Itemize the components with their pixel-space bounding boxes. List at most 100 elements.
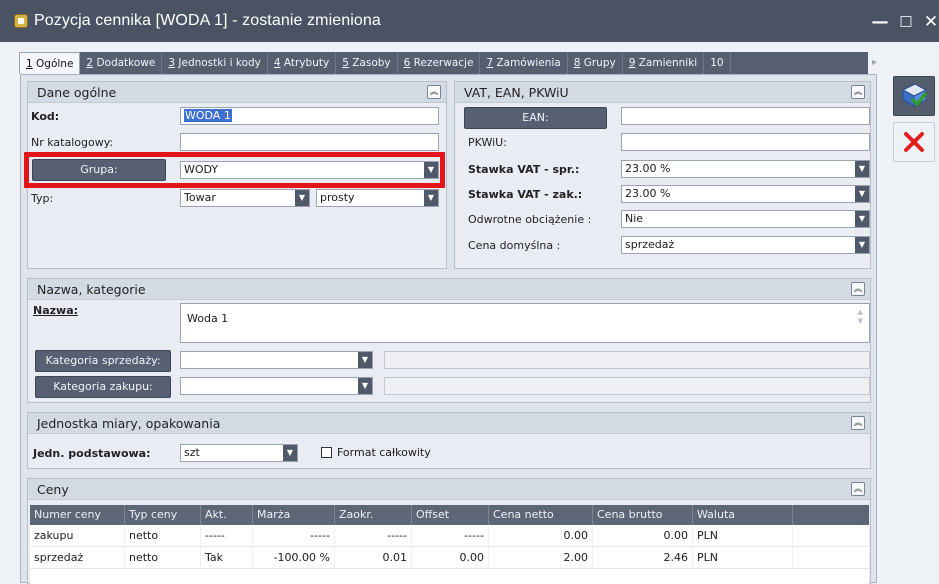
prices-grid[interactable]: Numer ceny Typ ceny Akt. Marża Zaokr. Of…: [30, 505, 869, 584]
grid-header: Numer ceny Typ ceny Akt. Marża Zaokr. Of…: [30, 505, 869, 525]
tab-ogolne[interactable]: 1 Ogólne: [19, 52, 81, 74]
format-calkowity-checkbox[interactable]: Format całkowity: [321, 446, 431, 459]
tab-zamowienia[interactable]: 7 Zamówienia: [480, 52, 568, 74]
table-cell: 0.00: [412, 547, 489, 568]
nr-katalogowy-input[interactable]: [180, 133, 439, 151]
section-header: Dane ogólne ︽: [28, 82, 446, 103]
tab-grupy[interactable]: 8 Grupy: [568, 52, 623, 74]
chevron-down-icon: ▼: [358, 352, 372, 368]
table-cell: 0.00: [593, 525, 693, 546]
typ2-select[interactable]: prosty ▼: [316, 189, 439, 207]
table-cell: netto: [125, 525, 201, 546]
tab-zamienniki[interactable]: 9 Zamienniki: [623, 52, 705, 74]
table-cell: netto: [125, 547, 201, 568]
highlight-frame: [24, 152, 445, 188]
typ-select[interactable]: Towar ▼: [180, 189, 310, 207]
tab-atrybuty[interactable]: 4 Atrybuty: [268, 52, 337, 74]
tab-dodatkowe[interactable]: 2 Dodatkowe: [80, 52, 163, 74]
collapse-icon[interactable]: ︽: [851, 85, 865, 99]
section-title: VAT, EAN, PKWiU: [464, 84, 569, 100]
stawka-zak-select[interactable]: 23.00 % ▼: [621, 185, 870, 203]
app-icon: [14, 14, 28, 28]
scroll-arrows-icon[interactable]: ▲ ▼: [858, 308, 863, 326]
table-cell: Tak: [201, 547, 253, 568]
column-header[interactable]: Typ ceny: [125, 505, 201, 525]
table-row[interactable]: sprzedaż netto Tak -100.00 % 0.01 0.00 2…: [30, 547, 869, 569]
cancel-button[interactable]: [893, 122, 935, 162]
nazwa-textarea[interactable]: Woda 1 ▲ ▼: [180, 303, 870, 343]
section-jednostka: Jednostka miary, opakowania ︽: [27, 412, 871, 469]
kategoria-sprzedazy-button[interactable]: Kategoria sprzedaży:: [35, 350, 171, 372]
stawka-spr-select[interactable]: 23.00 % ▼: [621, 160, 870, 178]
table-cell: 0.01: [335, 547, 412, 568]
column-header[interactable]: Zaokr.: [335, 505, 412, 525]
cena-domyslna-label: Cena domyślna :: [468, 239, 561, 252]
column-header[interactable]: Marża: [253, 505, 335, 525]
column-header[interactable]: Akt.: [201, 505, 253, 525]
ean-input[interactable]: [621, 107, 870, 125]
column-header[interactable]: Numer ceny: [30, 505, 125, 525]
jedn-podstawowa-select[interactable]: szt ▼: [180, 444, 298, 462]
column-header[interactable]: Waluta: [693, 505, 793, 525]
section-title: Jednostka miary, opakowania: [37, 415, 221, 431]
collapse-icon[interactable]: ︽: [851, 482, 865, 496]
close-button[interactable]: ✕: [922, 12, 939, 32]
stawka-zak-label: Stawka VAT - zak.:: [468, 188, 583, 201]
table-cell: 2.00: [489, 547, 593, 568]
stawka-spr-value: 23.00 %: [625, 162, 671, 175]
stawka-zak-value: 23.00 %: [625, 187, 671, 200]
column-header[interactable]: Cena brutto: [593, 505, 693, 525]
checkbox-box: [321, 447, 332, 458]
window-title: Pozycja cennika [WODA 1] - zostanie zmie…: [34, 12, 381, 29]
tab-10[interactable]: 10: [704, 52, 731, 74]
table-cell: 2.46: [593, 547, 693, 568]
tab-label: Zasoby: [348, 57, 391, 69]
odwrotne-label: Odwrotne obciążenie :: [468, 213, 592, 226]
tab-rezerwacje[interactable]: 6 Rezerwacje: [398, 52, 481, 74]
tab-label: Grupy: [580, 57, 616, 69]
tab-zasoby[interactable]: 5 Zasoby: [336, 52, 398, 74]
kategoria-zakupu-button[interactable]: Kategoria zakupu:: [35, 376, 171, 398]
collapse-icon[interactable]: ︽: [427, 85, 441, 99]
chevron-down-icon: ▼: [283, 445, 297, 461]
form-content: Dane ogólne ︽ Kod: WODA 1 Nr katalogowy:…: [20, 74, 877, 584]
format-calkowity-label: Format całkowity: [337, 446, 431, 459]
section-header: VAT, EAN, PKWiU ︽: [455, 82, 870, 103]
kategoria-zakupu-select[interactable]: ▼: [180, 377, 373, 395]
table-cell: sprzedaż: [30, 547, 125, 568]
save-button[interactable]: [893, 76, 935, 116]
chevron-down-icon: ▼: [358, 378, 372, 394]
tab-key: 5: [342, 57, 349, 69]
tab-label: Atrybuty: [280, 57, 330, 69]
nazwa-value: Woda 1: [187, 312, 229, 325]
typ-value: Towar: [184, 191, 216, 204]
tab-label: Rezerwacje: [410, 57, 474, 69]
section-title: Dane ogólne: [37, 84, 117, 100]
jedn-podstawowa-label: Jedn. podstawowa:: [33, 447, 151, 460]
tab-key: 10: [710, 57, 724, 69]
kod-input[interactable]: WODA 1: [180, 107, 439, 125]
tab-label: Jednostki i kody: [175, 57, 261, 69]
cena-domyslna-select[interactable]: sprzedaż ▼: [621, 236, 870, 254]
ean-button[interactable]: EAN:: [464, 107, 607, 129]
collapse-icon[interactable]: ︽: [851, 282, 865, 296]
tab-key: 1: [26, 58, 33, 70]
kategoria-sprzedazy-select[interactable]: ▼: [180, 351, 373, 369]
tab-jednostki-i-kody[interactable]: 3 Jednostki i kody: [162, 52, 268, 74]
column-header[interactable]: Cena netto: [489, 505, 593, 525]
minimize-button[interactable]: —: [871, 12, 889, 32]
table-cell: 0.00: [489, 525, 593, 546]
table-cell: -----: [412, 525, 489, 546]
section-title: Ceny: [37, 481, 69, 497]
maximize-button[interactable]: □: [897, 13, 915, 29]
table-row[interactable]: zakupu netto ----- ----- ----- ----- 0.0…: [30, 525, 869, 547]
collapse-icon[interactable]: ︽: [851, 416, 865, 430]
tab-scroll-right-icon[interactable]: ▸: [872, 52, 884, 74]
odwrotne-select[interactable]: Nie ▼: [621, 210, 870, 228]
pkwiu-input[interactable]: [621, 133, 870, 151]
table-cell: -----: [335, 525, 412, 546]
kod-value: WODA 1: [184, 109, 232, 122]
column-header[interactable]: Offset: [412, 505, 489, 525]
kategoria-zakupu-description: [384, 377, 870, 395]
section-header: Ceny ︽: [28, 479, 870, 500]
